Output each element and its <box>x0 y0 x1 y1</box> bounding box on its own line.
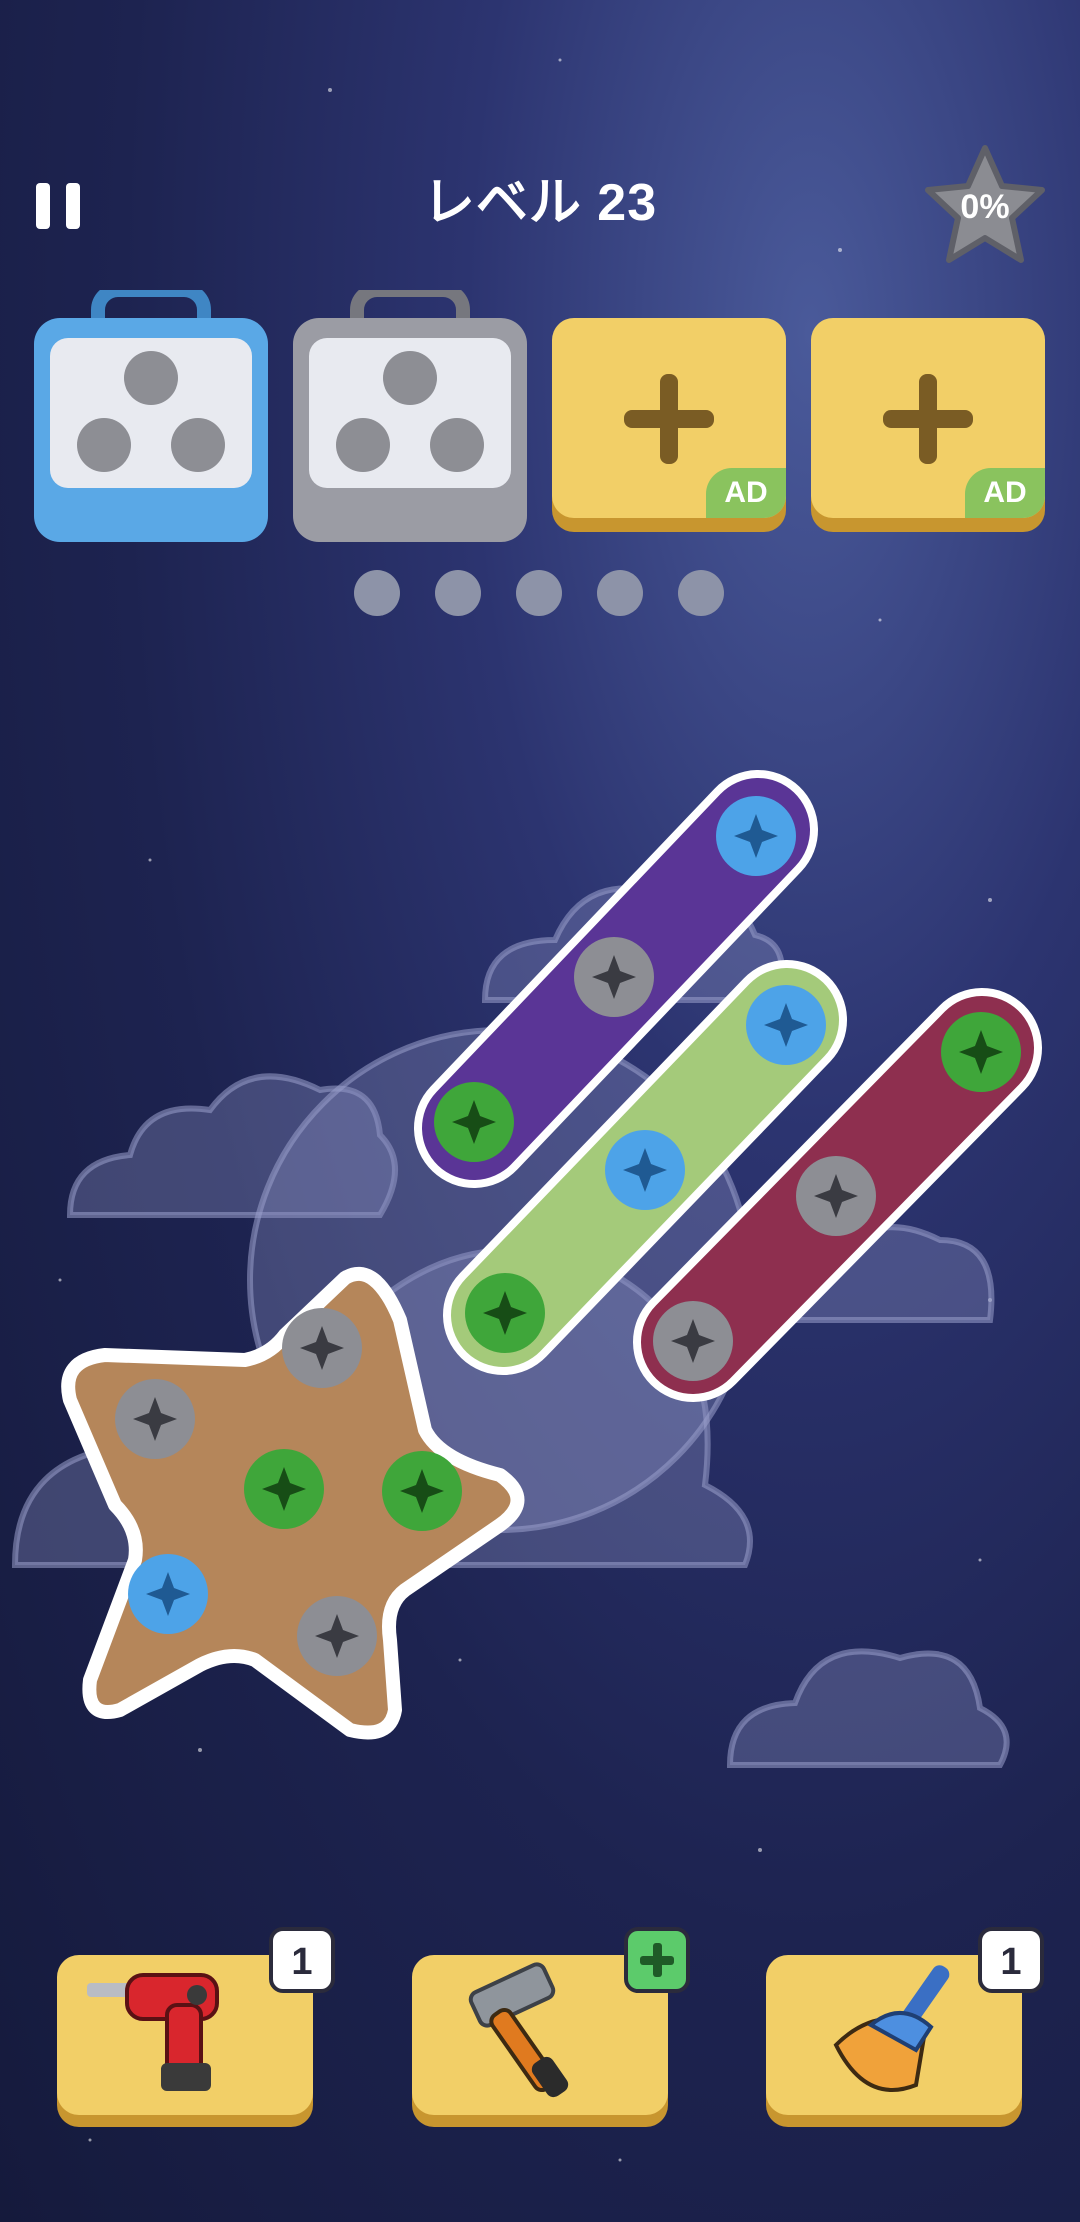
puzzle-field <box>61 770 1042 1740</box>
broom-count-badge: 1 <box>978 1927 1044 1993</box>
screw-green <box>465 1273 545 1353</box>
add-hammer-badge[interactable] <box>624 1927 690 1993</box>
screw-green <box>382 1451 462 1531</box>
screw-green <box>244 1449 324 1529</box>
drill-count-badge: 1 <box>269 1927 335 1993</box>
screw-gray <box>297 1596 377 1676</box>
screw-gray <box>282 1308 362 1388</box>
screw-gray <box>115 1379 195 1459</box>
screw-gray <box>653 1301 733 1381</box>
drill-tool-button[interactable]: 1 <box>57 1927 335 2115</box>
screw-green <box>434 1082 514 1162</box>
screw-blue <box>605 1130 685 1210</box>
screw-gray <box>796 1156 876 1236</box>
hammer-tool-button[interactable] <box>412 1927 690 2115</box>
screw-blue <box>128 1554 208 1634</box>
screw-blue <box>716 796 796 876</box>
screw-gray <box>574 937 654 1017</box>
screw-green <box>941 1012 1021 1092</box>
plus-icon <box>640 1943 674 1977</box>
screw-blue <box>746 985 826 1065</box>
broom-tool-button[interactable]: 1 <box>766 1927 1044 2115</box>
